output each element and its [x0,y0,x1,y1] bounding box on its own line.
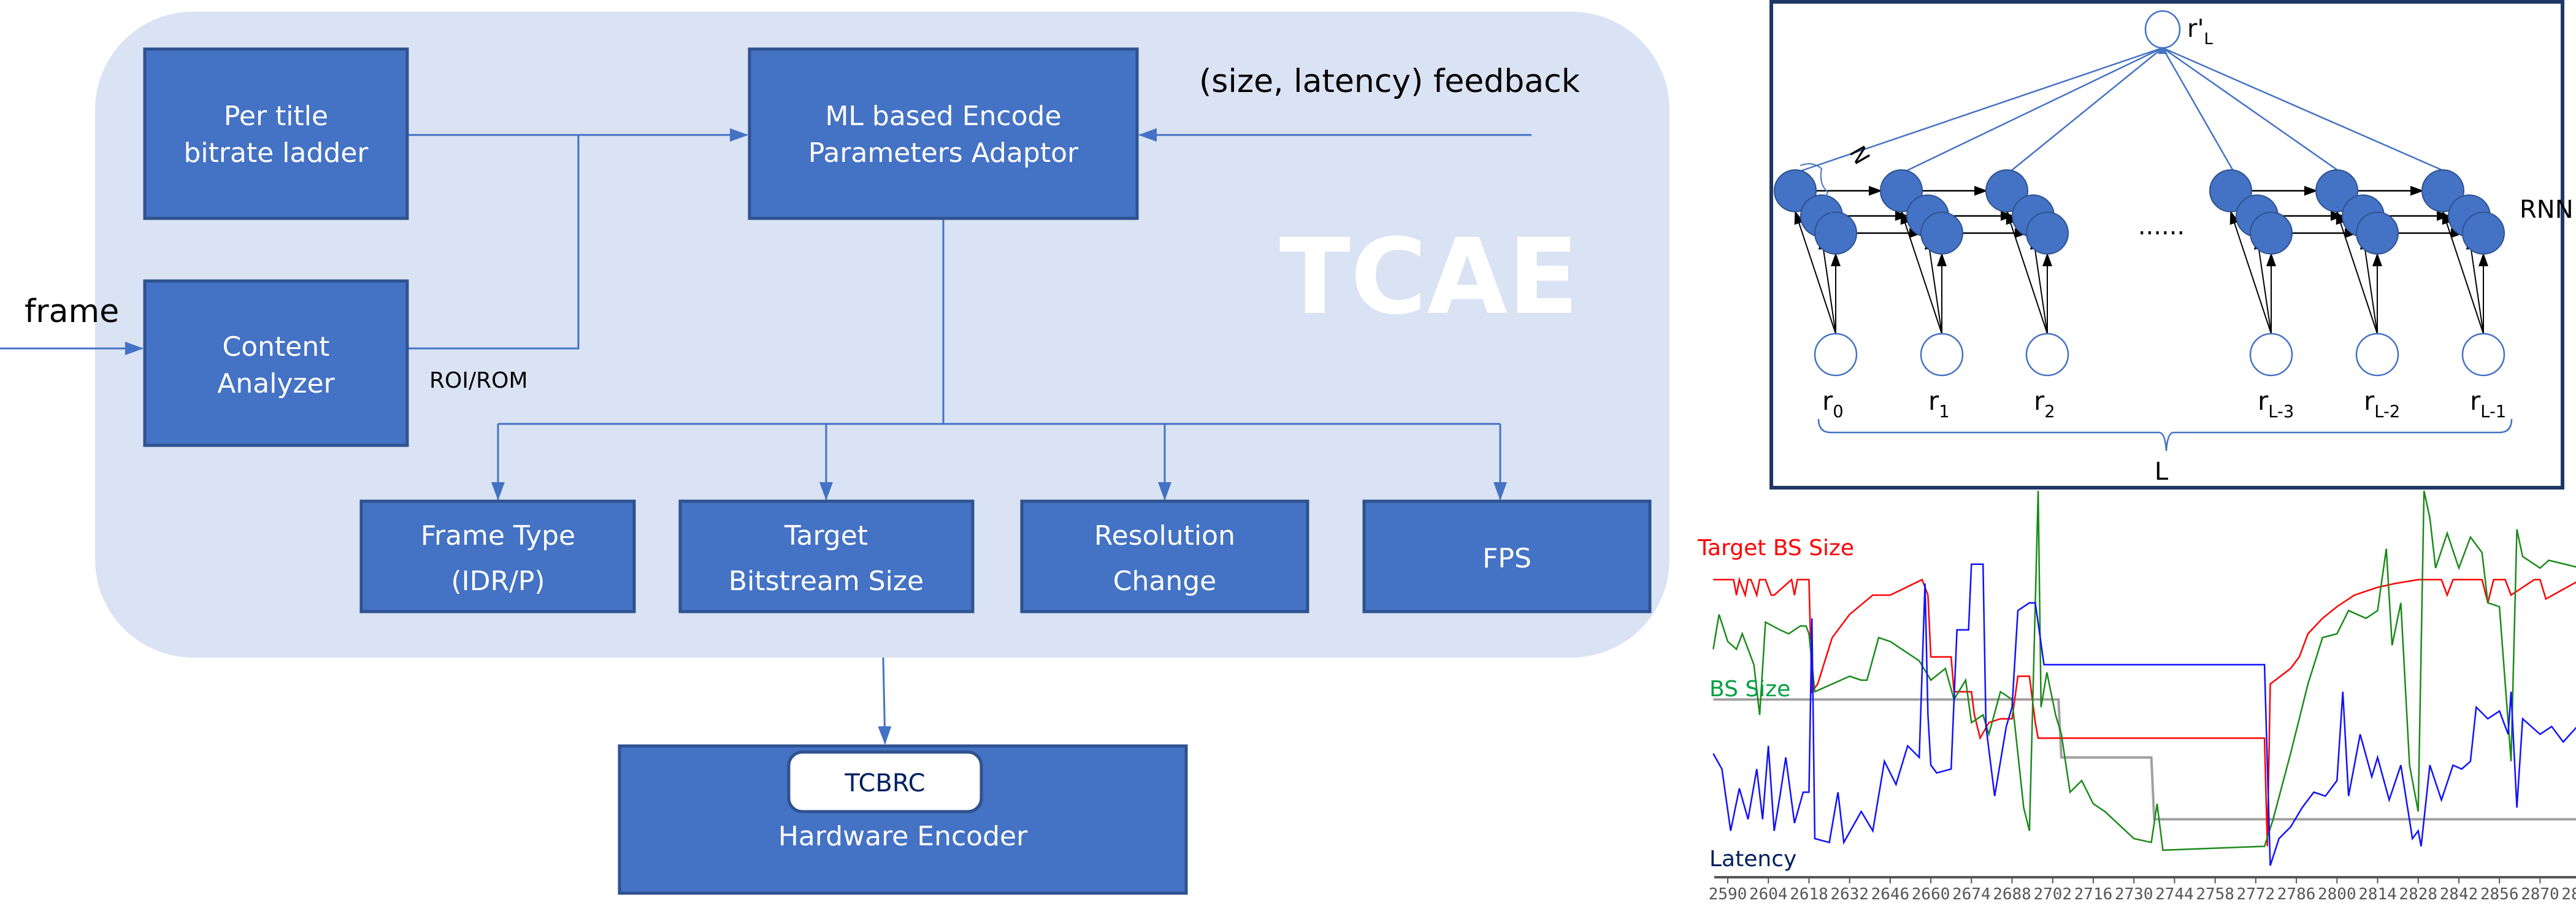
x-tick-label: 2842 [2440,885,2478,903]
input-label-subscript: L-1 [2480,402,2506,421]
x-tick-label: 2716 [2074,885,2113,903]
input-label-base: r [1822,386,1833,416]
resolution-line1: Resolution [1094,520,1235,551]
x-tick-label: 2660 [1912,885,1950,903]
x-tick-label: 2856 [2480,885,2519,903]
input-label-base: r [2470,386,2481,416]
input-label-base: r [2258,386,2269,416]
input-label-subscript: 2 [2044,402,2055,421]
frame-label: frame [25,293,119,330]
x-tick-label: 2702 [2033,885,2072,903]
rnn-diagram: r'Lr0 r1 r2 rL-3 rL-2 rL-1N......RNNL [1769,0,2574,490]
hardware-encoder-box: Hardware Encoder TCBRC [618,744,1188,895]
x-tick-label: 2646 [1871,885,1910,903]
input-node [1920,332,1964,377]
content-analyzer-box: Content Analyzer [143,279,409,447]
rnn-hidden-node [2250,212,2293,255]
rnn-frame [1769,0,2564,490]
input-label-subscript: 1 [1939,402,1949,421]
target-size-box: Target Bitstream Size [678,499,975,613]
x-tick-label: 2758 [2196,885,2234,903]
pipeline-diagram: TCAE frame (size, latency) feedback ROI/… [0,12,1669,895]
output-node-label-subscript: L [2204,30,2213,48]
bitrate-ladder-box: Per title bitrate ladder [143,47,409,220]
adaptor-line1: ML based Encode [825,101,1061,132]
x-tick-label: 2730 [2115,885,2153,903]
length-label: L [2155,458,2169,486]
feedback-label: (size, latency) feedback [1199,63,1580,100]
content-analyzer-line2: Analyzer [217,368,335,399]
series-label-target-bs-size: Target BS Size [1697,536,1854,561]
x-tick-label: 2772 [2237,885,2275,903]
fps-box: FPS [1362,499,1652,613]
input-node [2355,332,2399,377]
input-label-base: r [2034,386,2045,416]
series-label-bs-size: BS Size [1709,677,1790,702]
x-tick-label: 2688 [1993,885,2031,903]
arrow-to-encoder [878,657,892,745]
latency-chart: 2590 2604 2618 2632 2646 2660 2674 2688 2702 2716… [1697,490,2576,903]
input-node [2461,332,2505,377]
content-analyzer-line1: Content [223,331,330,363]
input-node [1814,332,1858,377]
x-tick-label: 2632 [1830,885,1869,903]
tcae-label: TCAE [1279,217,1579,338]
tcbrc-label: TCBRC [844,769,925,797]
input-node [2249,332,2293,377]
rnn-hidden-node [1920,212,1963,255]
target-size-line1: Target [784,520,868,551]
x-tick-label: 2744 [2155,885,2194,903]
resolution-box: Resolution Change [1020,499,1309,613]
rnn-hidden-node [2356,212,2399,255]
adaptor-line2: Parameters Adaptor [808,137,1079,169]
bitrate-ladder-line1: Per title [224,101,328,132]
roi-rom-label: ROI/ROM [429,368,528,393]
x-tick-label: 2814 [2358,885,2397,903]
fps-label: FPS [1482,543,1531,574]
input-label-subscript: L-2 [2374,402,2400,421]
x-tick-label: 2828 [2399,885,2437,903]
x-tick-label: 2590 [1709,885,1747,903]
input-label-base: r [1928,386,1939,416]
series-line-target-bs-size [1713,577,2576,847]
rnn-layer-label: RNN [2520,196,2574,224]
input-node [2025,332,2069,377]
x-tick-label: 2618 [1790,885,1828,903]
figure: TCAE frame (size, latency) feedback ROI/… [0,0,2576,903]
x-tick-label: 2674 [1952,885,1991,903]
bitrate-ladder-line2: bitrate ladder [184,137,369,169]
input-label-subscript: 0 [1833,402,1843,421]
x-tick-label: 2604 [1749,885,1788,903]
frame-type-line2: (IDR/P) [451,566,545,597]
hardware-encoder-label: Hardware Encoder [778,821,1028,852]
frame-type-line1: Frame Type [421,520,575,551]
x-tick-label: 2786 [2277,885,2316,903]
adaptor-box: ML based Encode Parameters Adaptor [748,47,1139,220]
output-node [2144,10,2181,49]
rnn-hidden-node [2462,212,2505,255]
ellipsis-label: ...... [2138,212,2185,240]
x-tick-label: 2884 [2561,885,2576,903]
input-label-subscript: L-3 [2268,402,2294,421]
x-tick-label: 2870 [2521,885,2559,903]
series-line-reference [1713,698,2576,821]
resolution-line2: Change [1113,566,1216,597]
input-label-base: r [2364,386,2375,416]
target-size-line2: Bitstream Size [729,566,924,597]
frame-type-box: Frame Type (IDR/P) [359,499,636,613]
series-label-latency: Latency [1709,847,1796,872]
rnn-hidden-node [2026,212,2069,255]
output-node-label-base: r' [2187,15,2204,43]
x-tick-label: 2800 [2318,885,2356,903]
